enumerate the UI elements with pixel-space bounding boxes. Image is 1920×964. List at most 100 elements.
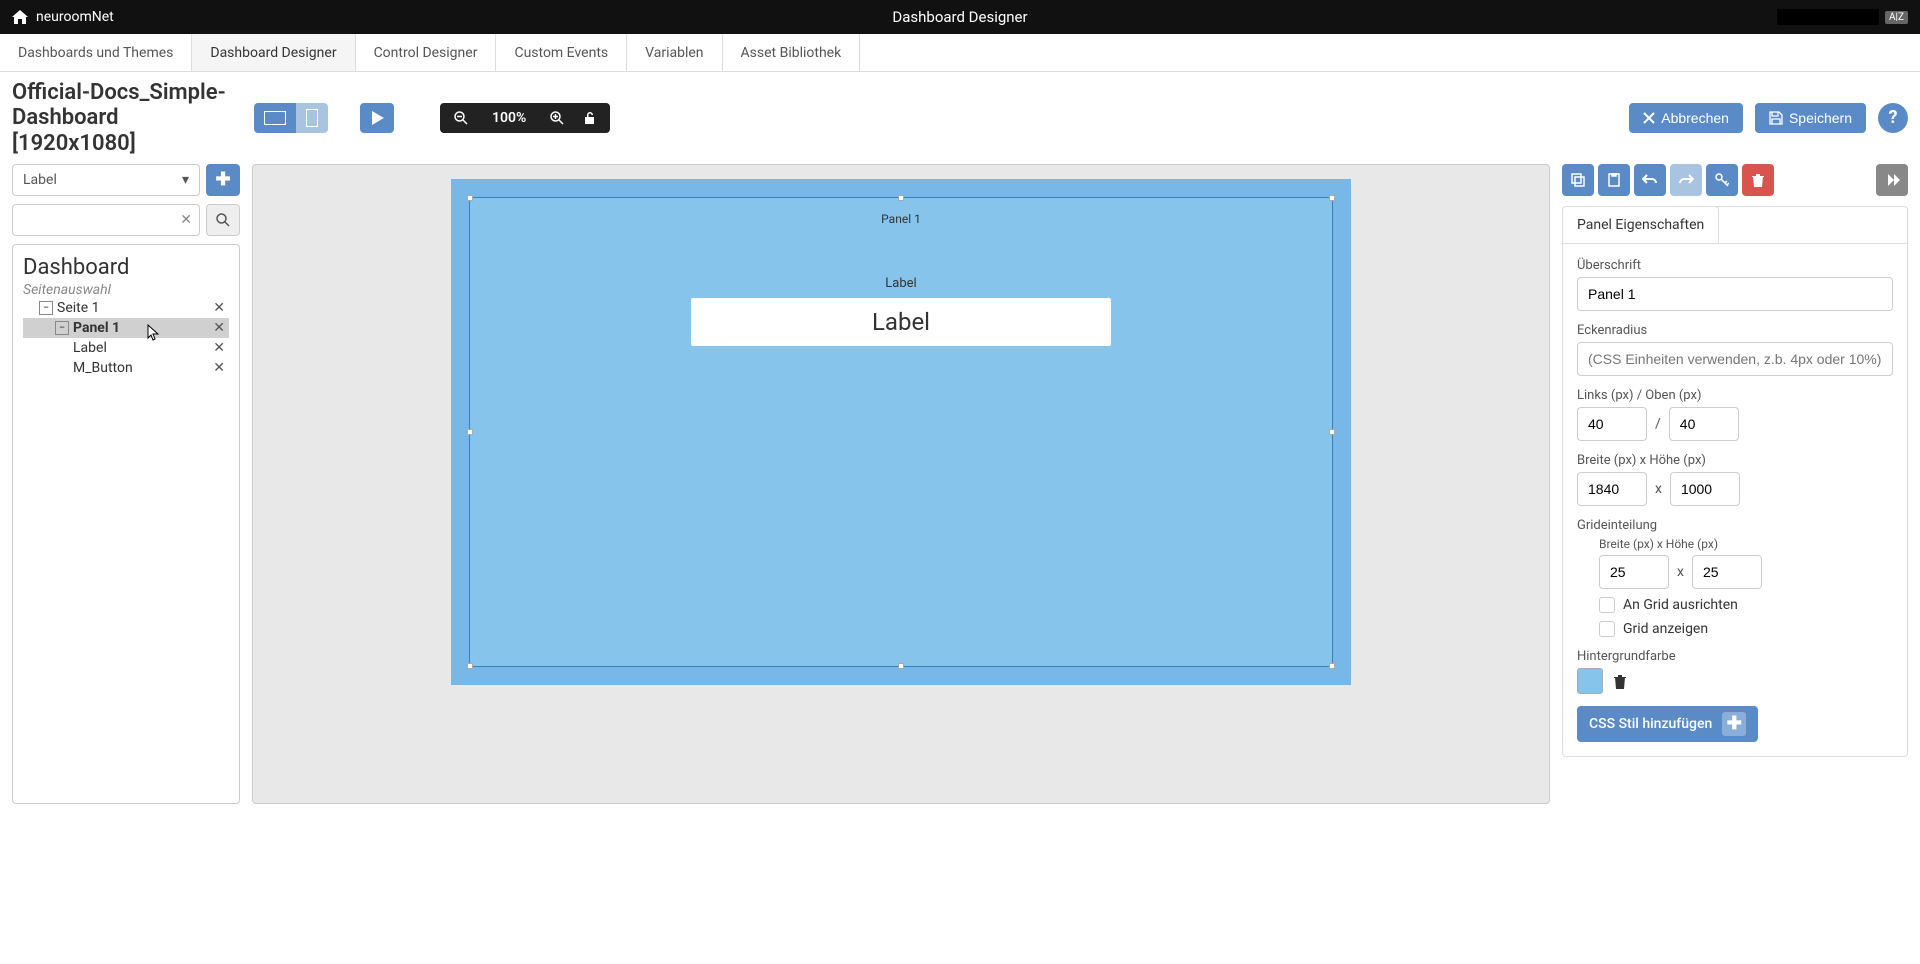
tree-search-input[interactable] xyxy=(12,204,200,236)
grid-size-label: Breite (px) x Höhe (px) xyxy=(1599,537,1893,551)
zoom-level: 100% xyxy=(478,110,540,126)
separator: x xyxy=(1677,564,1684,580)
label-element[interactable]: Label xyxy=(691,298,1111,346)
height-input[interactable] xyxy=(1670,472,1740,506)
add-css-button[interactable]: CSS Stil hinzufügen ✚ xyxy=(1577,706,1758,742)
snap-label: An Grid ausrichten xyxy=(1623,597,1738,613)
toolbar: Official-Docs_Simple-Dashboard [1920x108… xyxy=(0,72,1920,164)
tab-designer[interactable]: Dashboard Designer xyxy=(192,34,355,71)
copy-button[interactable] xyxy=(1562,164,1594,196)
help-button[interactable]: ? xyxy=(1878,103,1908,133)
tab-assets[interactable]: Asset Bibliothek xyxy=(723,34,861,71)
resize-handle[interactable] xyxy=(467,429,473,435)
grid-height-input[interactable] xyxy=(1692,555,1762,589)
heading-label: Überschrift xyxy=(1577,258,1893,273)
canvas-area[interactable]: Panel 1 Label Label xyxy=(252,164,1550,804)
redo-button[interactable] xyxy=(1670,164,1702,196)
top-input[interactable] xyxy=(1669,407,1739,441)
topbar: neuroomNet Dashboard Designer A|Z xyxy=(0,0,1920,34)
properties-panel: Panel Eigenschaften Überschrift Eckenrad… xyxy=(1562,206,1908,757)
tree-node-label[interactable]: Label ✕ xyxy=(23,338,229,358)
orientation-group xyxy=(254,103,328,133)
tree-node-button[interactable]: M_Button ✕ xyxy=(23,358,229,378)
position-label: Links (px) / Oben (px) xyxy=(1577,388,1893,403)
delete-button[interactable] xyxy=(1742,164,1774,196)
snap-checkbox[interactable] xyxy=(1599,597,1615,613)
show-grid-checkbox[interactable] xyxy=(1599,621,1615,637)
dashboard-canvas[interactable]: Panel 1 Label Label xyxy=(451,179,1351,685)
page-title: Official-Docs_Simple-Dashboard [1920x108… xyxy=(12,80,242,156)
size-label: Breite (px) x Höhe (px) xyxy=(1577,453,1893,468)
resize-handle[interactable] xyxy=(1329,663,1335,669)
app-title: Dashboard Designer xyxy=(892,8,1027,26)
left-panel: Label ▾ ✚ ✕ Dashboard Seitenauswahl − Se… xyxy=(12,164,240,804)
panel-1[interactable]: Panel 1 Label Label xyxy=(469,197,1333,667)
portrait-button[interactable] xyxy=(296,103,328,133)
paste-button[interactable] xyxy=(1598,164,1630,196)
resize-handle[interactable] xyxy=(898,663,904,669)
home-icon[interactable] xyxy=(12,10,28,24)
save-label: Speichern xyxy=(1789,110,1852,126)
bg-color-swatch[interactable] xyxy=(1577,668,1603,694)
undo-button[interactable] xyxy=(1634,164,1666,196)
radius-input[interactable] xyxy=(1577,342,1893,376)
cancel-button[interactable]: Abbrechen xyxy=(1629,103,1743,133)
grid-width-input[interactable] xyxy=(1599,555,1669,589)
collapse-icon[interactable]: − xyxy=(39,301,53,315)
resize-handle[interactable] xyxy=(898,195,904,201)
collapse-panel-button[interactable] xyxy=(1876,164,1908,196)
resize-handle[interactable] xyxy=(467,663,473,669)
width-input[interactable] xyxy=(1577,472,1647,506)
resize-handle[interactable] xyxy=(467,195,473,201)
clear-search-icon[interactable]: ✕ xyxy=(180,212,192,228)
cancel-label: Abbrechen xyxy=(1661,110,1729,126)
grid-label: Grideinteilung xyxy=(1577,518,1893,533)
tree-node-panel[interactable]: − Panel 1 ✕ xyxy=(23,318,229,338)
tab-properties[interactable]: Panel Eigenschaften xyxy=(1562,206,1719,243)
lock-icon[interactable] xyxy=(574,111,606,125)
key-button[interactable] xyxy=(1706,164,1738,196)
save-button[interactable]: Speichern xyxy=(1755,103,1866,133)
resize-handle[interactable] xyxy=(1329,429,1335,435)
trash-icon[interactable] xyxy=(1613,673,1627,689)
css-btn-label: CSS Stil hinzufügen xyxy=(1589,716,1712,732)
close-icon[interactable]: ✕ xyxy=(209,320,229,336)
close-icon[interactable]: ✕ xyxy=(209,340,229,356)
element-type-select[interactable]: Label ▾ xyxy=(12,164,200,196)
tab-events[interactable]: Custom Events xyxy=(496,34,627,71)
tree-subtitle: Seitenauswahl xyxy=(23,282,229,298)
panel-title: Panel 1 xyxy=(881,212,921,226)
left-input[interactable] xyxy=(1577,407,1647,441)
main-tabs: Dashboards und Themes Dashboard Designer… xyxy=(0,34,1920,72)
label-caption: Label xyxy=(885,276,916,291)
right-toolbar xyxy=(1562,164,1908,196)
resize-handle[interactable] xyxy=(1329,195,1335,201)
show-grid-label: Grid anzeigen xyxy=(1623,621,1708,637)
tab-dashboards[interactable]: Dashboards und Themes xyxy=(0,34,192,71)
tree-title: Dashboard xyxy=(23,255,229,280)
close-icon[interactable]: ✕ xyxy=(209,300,229,316)
zoom-out-button[interactable] xyxy=(444,111,478,125)
play-button[interactable] xyxy=(360,103,394,133)
separator: / xyxy=(1655,416,1661,432)
tree-panel: Dashboard Seitenauswahl − Seite 1 ✕ − Pa… xyxy=(12,244,240,804)
close-icon[interactable]: ✕ xyxy=(209,360,229,376)
search-button[interactable] xyxy=(206,204,240,236)
landscape-button[interactable] xyxy=(254,103,296,133)
select-value: Label xyxy=(23,172,57,188)
add-element-button[interactable]: ✚ xyxy=(206,164,240,196)
az-badge[interactable]: A|Z xyxy=(1885,11,1908,24)
tree-node-page[interactable]: − Seite 1 ✕ xyxy=(23,298,229,318)
heading-input[interactable] xyxy=(1577,277,1893,311)
bg-label: Hintergrundfarbe xyxy=(1577,649,1893,664)
separator: x xyxy=(1655,481,1662,497)
chevron-down-icon: ▾ xyxy=(182,172,189,188)
zoom-bar: 100% xyxy=(440,103,610,133)
collapse-icon[interactable]: − xyxy=(55,321,69,335)
radius-label: Eckenradius xyxy=(1577,323,1893,338)
brand[interactable]: neuroomNet xyxy=(36,9,114,25)
zoom-in-button[interactable] xyxy=(540,111,574,125)
right-panel: Panel Eigenschaften Überschrift Eckenrad… xyxy=(1562,164,1908,804)
tab-vars[interactable]: Variablen xyxy=(627,34,722,71)
tab-control[interactable]: Control Designer xyxy=(356,34,497,71)
